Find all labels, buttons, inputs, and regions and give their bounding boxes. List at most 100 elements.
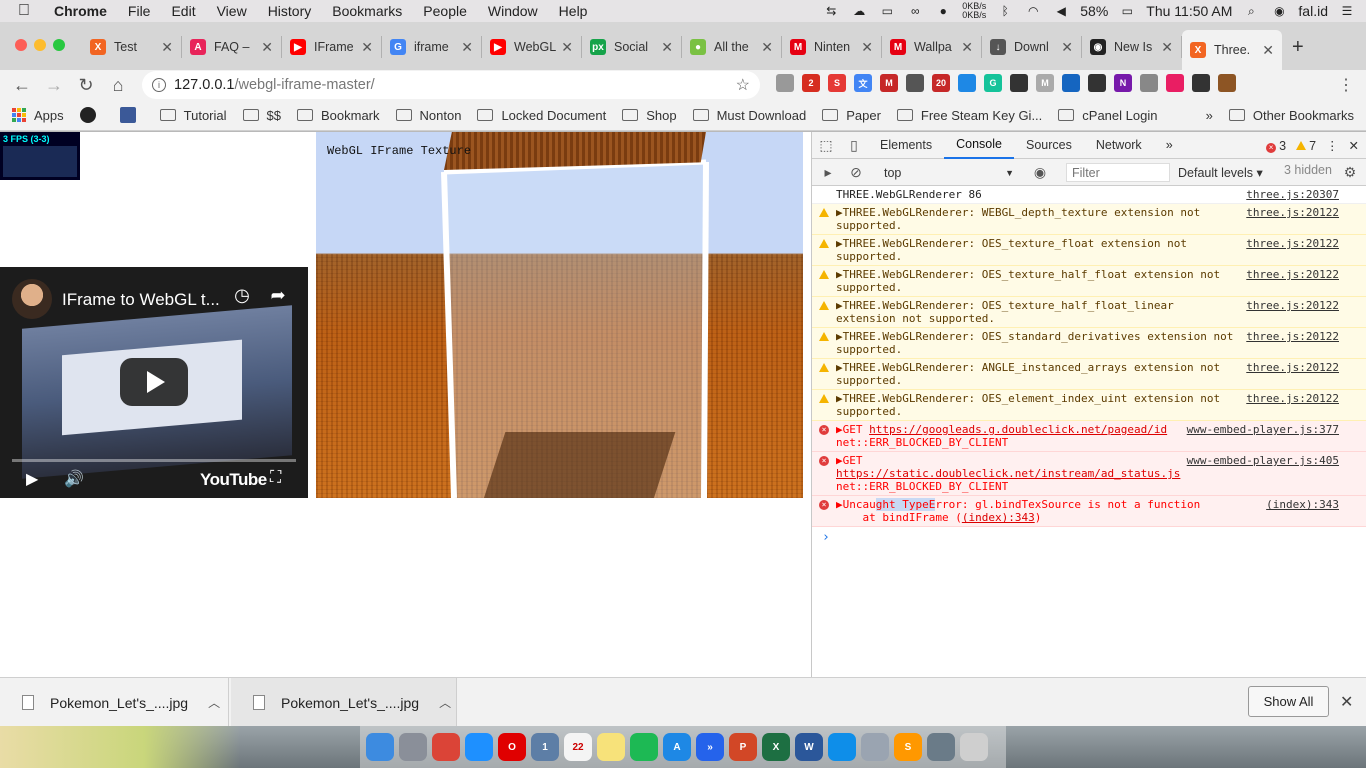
bookmark-item[interactable]: Bookmark <box>296 108 380 123</box>
browser-tab[interactable]: X Three. ✕ <box>1182 30 1282 70</box>
dock-app-icon[interactable] <box>366 733 394 761</box>
video-progress-bar[interactable] <box>12 459 296 462</box>
download-item-2[interactable]: Pokemon_Let's_....jpg ︿ <box>231 678 457 727</box>
close-tab-icon[interactable]: ✕ <box>1161 39 1173 56</box>
browser-tab[interactable]: A FAQ – ✕ <box>182 36 282 58</box>
close-window-button[interactable] <box>15 39 27 51</box>
devtools-close-icon[interactable]: ✕ <box>1349 138 1359 153</box>
console-source-link[interactable]: three.js:20122 <box>1246 237 1339 250</box>
tab-console[interactable]: Console <box>944 132 1014 159</box>
browser-tab[interactable]: M Ninten ✕ <box>782 36 882 58</box>
extension-icon[interactable]: M <box>1036 74 1054 92</box>
console-error-1[interactable]: × ▶GET https://googleads.g.doubleclick.n… <box>812 421 1366 452</box>
menu-history[interactable]: History <box>268 3 312 19</box>
show-all-downloads-button[interactable]: Show All <box>1248 686 1329 717</box>
minimize-window-button[interactable] <box>34 39 46 51</box>
dock-app-icon[interactable]: A <box>663 733 691 761</box>
error-source-link[interactable]: (index):343 <box>1266 498 1339 511</box>
warning-count[interactable]: 7 <box>1296 139 1316 153</box>
chrome-menu-icon[interactable]: ⋮ <box>1338 75 1354 95</box>
console-source-link[interactable]: three.js:20122 <box>1246 299 1339 312</box>
play-icon-small[interactable]: ▶ <box>26 469 38 489</box>
console-warning[interactable]: ▶THREE.WebGLRenderer: OES_texture_half_f… <box>812 266 1366 297</box>
console-source-link[interactable]: three.js:20307 <box>1246 188 1339 201</box>
volume-icon[interactable]: ◀ <box>1052 4 1070 18</box>
bookmark-facebook[interactable] <box>119 107 144 123</box>
battery-icon[interactable]: ▭ <box>1118 4 1136 18</box>
dock-app-icon[interactable] <box>960 733 988 761</box>
menu-help[interactable]: Help <box>559 3 588 19</box>
bookmarks-more-button[interactable]: » <box>1206 108 1213 123</box>
home-button[interactable]: ⌂ <box>106 73 130 97</box>
dock-app-icon[interactable] <box>399 733 427 761</box>
browser-tab[interactable]: X Test ✕ <box>82 36 182 58</box>
browser-tab[interactable]: px Social ✕ <box>582 36 682 58</box>
bookmark-spotify[interactable] <box>79 107 104 123</box>
dock-app-icon[interactable]: O <box>498 733 526 761</box>
screen-icon[interactable]: ▭ <box>878 4 896 18</box>
context-select[interactable]: top ▼ <box>884 163 1016 182</box>
console-source-link[interactable]: three.js:20122 <box>1246 206 1339 219</box>
menu-edit[interactable]: Edit <box>171 3 195 19</box>
fullscreen-window-button[interactable] <box>53 39 65 51</box>
browser-tab[interactable]: M Wallpa ✕ <box>882 36 982 58</box>
browser-tab[interactable]: ● All the ✕ <box>682 36 782 58</box>
dock-app-icon[interactable] <box>432 733 460 761</box>
close-tab-icon[interactable]: ✕ <box>461 39 473 56</box>
console-prompt[interactable]: › <box>812 527 1366 548</box>
reload-button[interactable]: ↻ <box>74 73 98 97</box>
creative-cloud-icon[interactable]: ∞ <box>906 4 924 18</box>
bookmark-item[interactable]: cPanel Login <box>1058 108 1157 123</box>
extension-icon[interactable]: G <box>984 74 1002 92</box>
webgl-canvas[interactable]: WebGL IFrame Texture <box>316 132 803 498</box>
dock-app-icon[interactable]: » <box>696 733 724 761</box>
spotlight-search-icon[interactable]: ⌕ <box>1242 4 1260 18</box>
log-levels-select[interactable]: Default levels ▾ <box>1178 163 1263 182</box>
video-title[interactable]: IFrame to WebGL t... <box>62 290 220 310</box>
console-source-link[interactable]: three.js:20122 <box>1246 330 1339 343</box>
console-log[interactable]: THREE.WebGLRenderer 86 three.js:20307 <box>812 186 1366 204</box>
extension-icon[interactable] <box>1062 74 1080 92</box>
stats-fps-panel[interactable]: 3 FPS (3-3) <box>0 132 80 180</box>
extension-icon[interactable]: M <box>880 74 898 92</box>
extension-icon[interactable]: N <box>1114 74 1132 92</box>
user-name[interactable]: fal.id <box>1298 3 1328 19</box>
bookmark-item[interactable]: $$ <box>242 108 281 123</box>
site-info-icon[interactable]: i <box>152 78 166 92</box>
extension-icon[interactable] <box>1218 74 1236 92</box>
bookmark-star-icon[interactable]: ☆ <box>736 75 750 95</box>
download-item-1[interactable]: Pokemon_Let's_....jpg ︿ <box>0 678 229 727</box>
bookmark-item[interactable]: Tutorial <box>159 108 227 123</box>
stack-frame-link[interactable]: (index):343 <box>962 511 1035 524</box>
extension-icon[interactable] <box>1140 74 1158 92</box>
extension-icon[interactable] <box>1166 74 1184 92</box>
extension-icon[interactable]: S <box>828 74 846 92</box>
chevron-up-icon[interactable]: ︿ <box>208 694 220 711</box>
tab-network[interactable]: Network <box>1084 132 1154 159</box>
menu-window[interactable]: Window <box>488 3 538 19</box>
other-bookmarks[interactable]: Other Bookmarks <box>1228 108 1354 123</box>
close-tab-icon[interactable]: ✕ <box>361 39 373 56</box>
close-tab-icon[interactable]: ✕ <box>761 39 773 56</box>
close-tab-icon[interactable]: ✕ <box>1262 42 1274 59</box>
clear-console-icon[interactable]: ⊘ <box>842 159 870 186</box>
menu-people[interactable]: People <box>423 3 467 19</box>
notification-center-icon[interactable]: ☰ <box>1338 4 1356 18</box>
console-warning[interactable]: ▶THREE.WebGLRenderer: ANGLE_instanced_ar… <box>812 359 1366 390</box>
dock-app-icon[interactable] <box>861 733 889 761</box>
extension-icon[interactable]: 文 <box>854 74 872 92</box>
dock-app-icon[interactable]: P <box>729 733 757 761</box>
volume-icon-video[interactable]: 🔊 <box>64 469 84 489</box>
bookmark-item[interactable]: Free Steam Key Gi... <box>896 108 1042 123</box>
extension-icon[interactable] <box>1088 74 1106 92</box>
menu-app-name[interactable]: Chrome <box>54 3 107 19</box>
dock-app-icon[interactable] <box>597 733 625 761</box>
browser-tab[interactable]: ◉ New Is ✕ <box>1082 36 1182 58</box>
console-warning[interactable]: ▶THREE.WebGLRenderer: OES_element_index_… <box>812 390 1366 421</box>
bookmark-item[interactable]: Paper <box>822 108 881 123</box>
bookmark-item[interactable]: Shop <box>622 108 677 123</box>
back-button[interactable]: ← <box>10 73 34 97</box>
chevron-up-icon[interactable]: ︿ <box>439 694 451 711</box>
error-count[interactable]: × 3 <box>1266 139 1286 153</box>
dock-app-icon[interactable] <box>630 733 658 761</box>
